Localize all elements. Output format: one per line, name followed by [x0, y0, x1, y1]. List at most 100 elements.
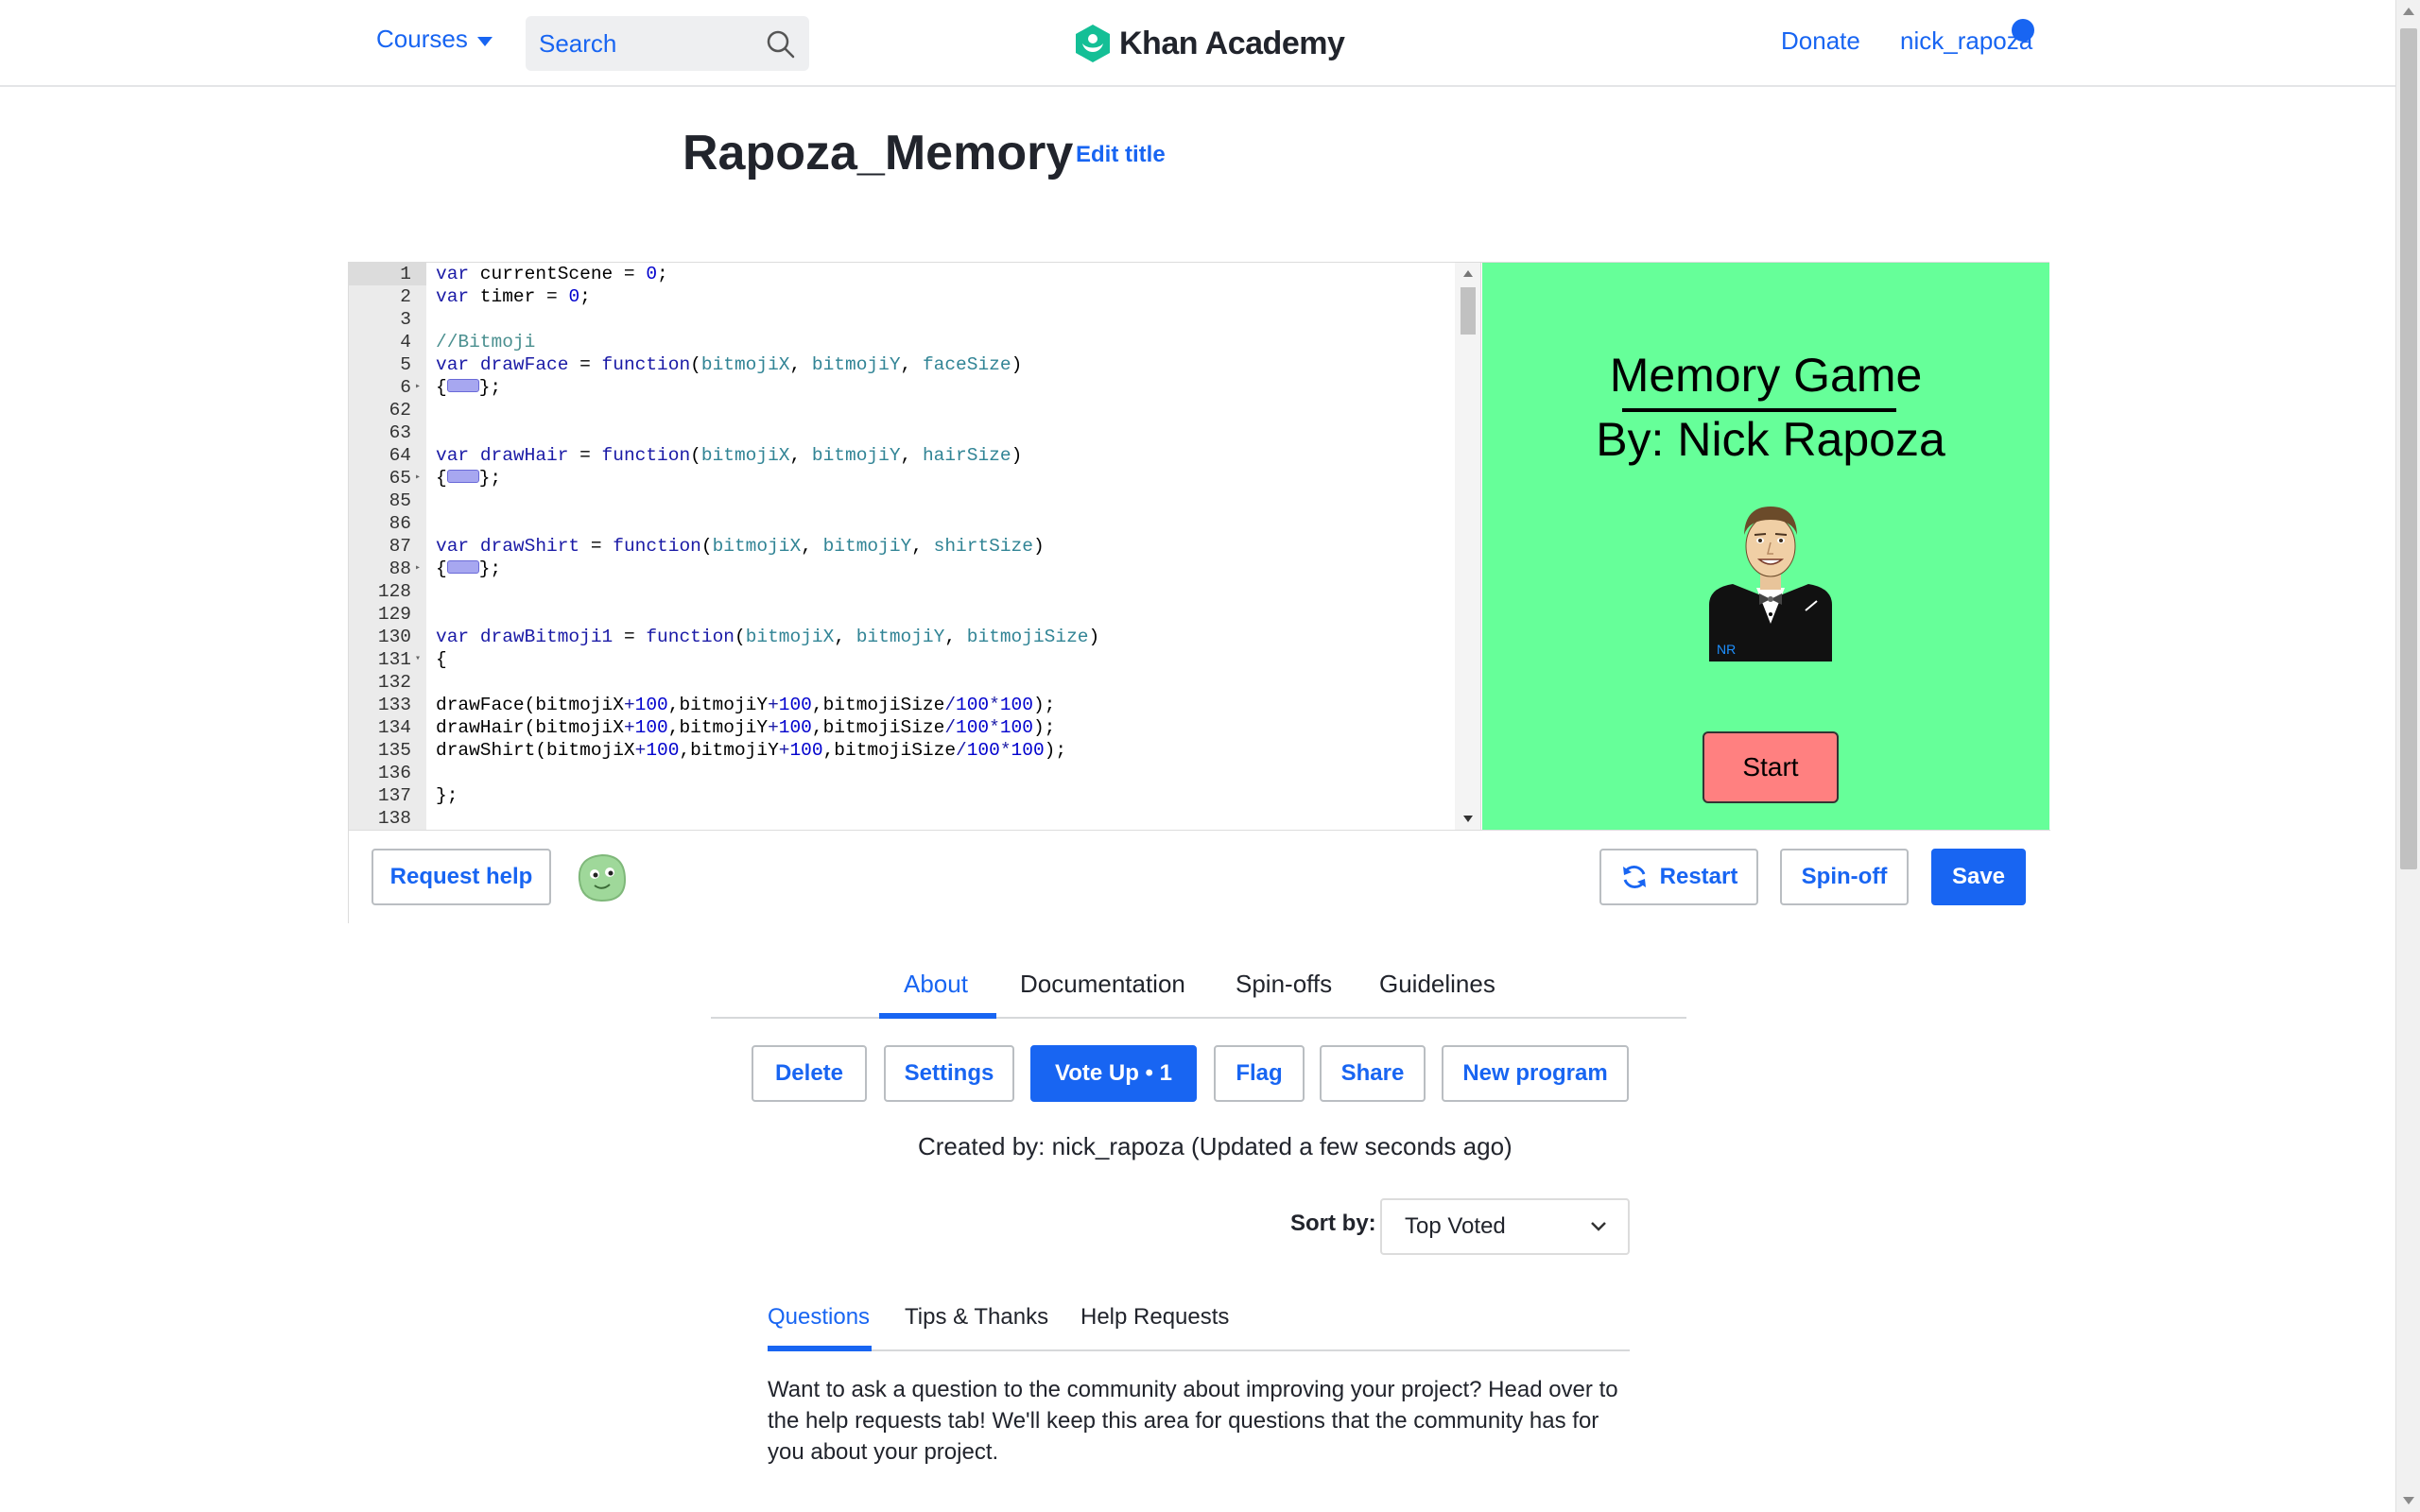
code-lines[interactable]: 1 var currentScene = 0; 2 var timer = 0; 3 4 /…: [349, 263, 1455, 830]
line-number: 129: [377, 604, 411, 625]
tab-guidelines[interactable]: Guidelines: [1379, 970, 1495, 999]
code-line[interactable]: 137};: [349, 784, 1455, 807]
code-line[interactable]: 135 drawShirt(bitmojiX+100,bitmojiY+100,b…: [349, 739, 1455, 762]
code-text[interactable]: drawShirt(bitmojiX+100,bitmojiY+100,bitm…: [436, 739, 1066, 762]
code-scrollbar[interactable]: [1455, 263, 1480, 830]
fold-toggle-icon[interactable]: ▸: [415, 558, 421, 580]
code-line[interactable]: 65 ▸ {};: [349, 467, 1455, 490]
line-number: 138: [377, 808, 411, 829]
code-line[interactable]: 6 ▸ {};: [349, 376, 1455, 399]
code-line[interactable]: 2 var timer = 0;: [349, 285, 1455, 308]
code-line[interactable]: 4 //Bitmoji: [349, 331, 1455, 353]
code-line[interactable]: 131 ▾ {: [349, 648, 1455, 671]
scrollbar-thumb[interactable]: [2400, 28, 2417, 869]
code-line[interactable]: 86: [349, 512, 1455, 535]
top-nav: Courses Khan Academy Donate nick_rapoza: [0, 0, 2395, 87]
code-line[interactable]: 136: [349, 762, 1455, 784]
code-text[interactable]: var drawHair = function(bitmojiX, bitmoj…: [436, 444, 1022, 467]
line-number: 130: [377, 627, 411, 647]
code-text[interactable]: {: [436, 648, 447, 671]
discussion-tabs: Questions Tips & Thanks Help Requests: [768, 1297, 1630, 1351]
scroll-up-icon[interactable]: [1463, 270, 1473, 277]
tab-documentation[interactable]: Documentation: [1020, 970, 1185, 999]
code-line[interactable]: 129: [349, 603, 1455, 626]
code-line[interactable]: 138: [349, 807, 1455, 830]
line-number: 3: [400, 309, 411, 330]
spinoff-button[interactable]: Spin-off: [1780, 849, 1909, 905]
fold-toggle-icon[interactable]: ▸: [415, 467, 421, 490]
code-scrollbar-thumb[interactable]: [1461, 287, 1476, 335]
tab-spin-offs[interactable]: Spin-offs: [1236, 970, 1332, 999]
oh-noes-guy-icon[interactable]: [574, 851, 629, 904]
code-line[interactable]: 63: [349, 421, 1455, 444]
code-line[interactable]: 85: [349, 490, 1455, 512]
code-line[interactable]: 134 drawHair(bitmojiX+100,bitmojiY+100,bi…: [349, 716, 1455, 739]
settings-button[interactable]: Settings: [884, 1045, 1014, 1102]
code-editor[interactable]: 1 var currentScene = 0; 2 var timer = 0; 3 4 /…: [349, 263, 1481, 830]
code-text[interactable]: var currentScene = 0;: [436, 263, 668, 285]
code-line[interactable]: 128: [349, 580, 1455, 603]
search-box[interactable]: [526, 16, 809, 71]
courses-label: Courses: [376, 25, 468, 53]
scroll-up-icon[interactable]: [2403, 8, 2414, 15]
code-line[interactable]: 130 var drawBitmoji1 = function(bitmojiX,…: [349, 626, 1455, 648]
scroll-down-icon[interactable]: [2403, 1497, 2414, 1504]
khan-logo-icon: [1076, 25, 1110, 62]
line-number: 87: [389, 536, 411, 557]
scroll-down-icon[interactable]: [1463, 816, 1473, 822]
donate-link[interactable]: Donate: [1781, 26, 1860, 56]
code-line[interactable]: 5 var drawFace = function(bitmojiX, bitmo…: [349, 353, 1455, 376]
share-button[interactable]: Share: [1320, 1045, 1426, 1102]
fold-toggle-icon[interactable]: ▾: [415, 648, 421, 671]
chevron-down-icon: [476, 36, 493, 46]
flag-button[interactable]: Flag: [1214, 1045, 1305, 1102]
code-text[interactable]: //Bitmoji: [436, 331, 535, 353]
fold-toggle-icon[interactable]: ▸: [415, 376, 421, 399]
code-text[interactable]: drawHair(bitmojiX+100,bitmojiY+100,bitmo…: [436, 716, 1055, 739]
code-line[interactable]: 3: [349, 308, 1455, 331]
edit-title-link[interactable]: Edit title: [1076, 142, 1166, 168]
khan-academy-logo[interactable]: Khan Academy: [1074, 23, 1345, 64]
search-icon[interactable]: [766, 29, 796, 60]
program-output-canvas[interactable]: Memory Game By: Nick Rapoza NR Start: [1482, 263, 2049, 830]
sort-select[interactable]: Top Voted: [1380, 1198, 1630, 1255]
code-line[interactable]: 87 var drawShirt = function(bitmojiX, bit…: [349, 535, 1455, 558]
questions-info-text: Want to ask a question to the community …: [768, 1377, 1618, 1465]
page-title: Rapoza_Memory: [683, 126, 1074, 180]
courses-menu[interactable]: Courses: [376, 25, 493, 54]
request-help-button[interactable]: Request help: [372, 849, 551, 905]
code-text[interactable]: {};: [436, 376, 501, 399]
page-scrollbar[interactable]: [2395, 0, 2420, 1512]
code-line[interactable]: 1 var currentScene = 0;: [349, 263, 1455, 285]
code-text[interactable]: drawFace(bitmojiX+100,bitmojiY+100,bitmo…: [436, 694, 1055, 716]
line-number: 6: [400, 377, 411, 398]
new-program-button[interactable]: New program: [1442, 1045, 1629, 1102]
code-line[interactable]: 133 drawFace(bitmojiX+100,bitmojiY+100,bi…: [349, 694, 1455, 716]
code-line[interactable]: 88 ▸ {};: [349, 558, 1455, 580]
notification-dot[interactable]: [2012, 19, 2034, 42]
tab-help-requests[interactable]: Help Requests: [1080, 1304, 1229, 1331]
code-text[interactable]: {};: [436, 467, 501, 490]
tab-questions[interactable]: Questions: [768, 1304, 870, 1331]
start-button[interactable]: Start: [1703, 731, 1839, 803]
vote-up-button[interactable]: Vote Up • 1: [1030, 1045, 1197, 1102]
code-text[interactable]: var drawBitmoji1 = function(bitmojiX, bi…: [436, 626, 1099, 648]
code-text[interactable]: };: [436, 784, 458, 807]
tab-tips-thanks[interactable]: Tips & Thanks: [905, 1304, 1048, 1331]
save-button[interactable]: Save: [1931, 849, 2026, 905]
line-number: 1: [349, 263, 411, 285]
line-number: 64: [389, 445, 411, 466]
code-line[interactable]: 132: [349, 671, 1455, 694]
code-line[interactable]: 64 var drawHair = function(bitmojiX, bitm…: [349, 444, 1455, 467]
code-text[interactable]: var drawShirt = function(bitmojiX, bitmo…: [436, 535, 1045, 558]
delete-button[interactable]: Delete: [752, 1045, 867, 1102]
search-input[interactable]: [539, 28, 747, 59]
line-number: 137: [377, 785, 411, 806]
code-text[interactable]: {};: [436, 558, 501, 580]
code-line[interactable]: 62: [349, 399, 1455, 421]
tab-about[interactable]: About: [904, 970, 968, 999]
restart-button[interactable]: Restart: [1599, 849, 1758, 905]
code-text[interactable]: var drawFace = function(bitmojiX, bitmoj…: [436, 353, 1022, 376]
code-text[interactable]: var timer = 0;: [436, 285, 591, 308]
line-number: 88: [389, 558, 411, 579]
